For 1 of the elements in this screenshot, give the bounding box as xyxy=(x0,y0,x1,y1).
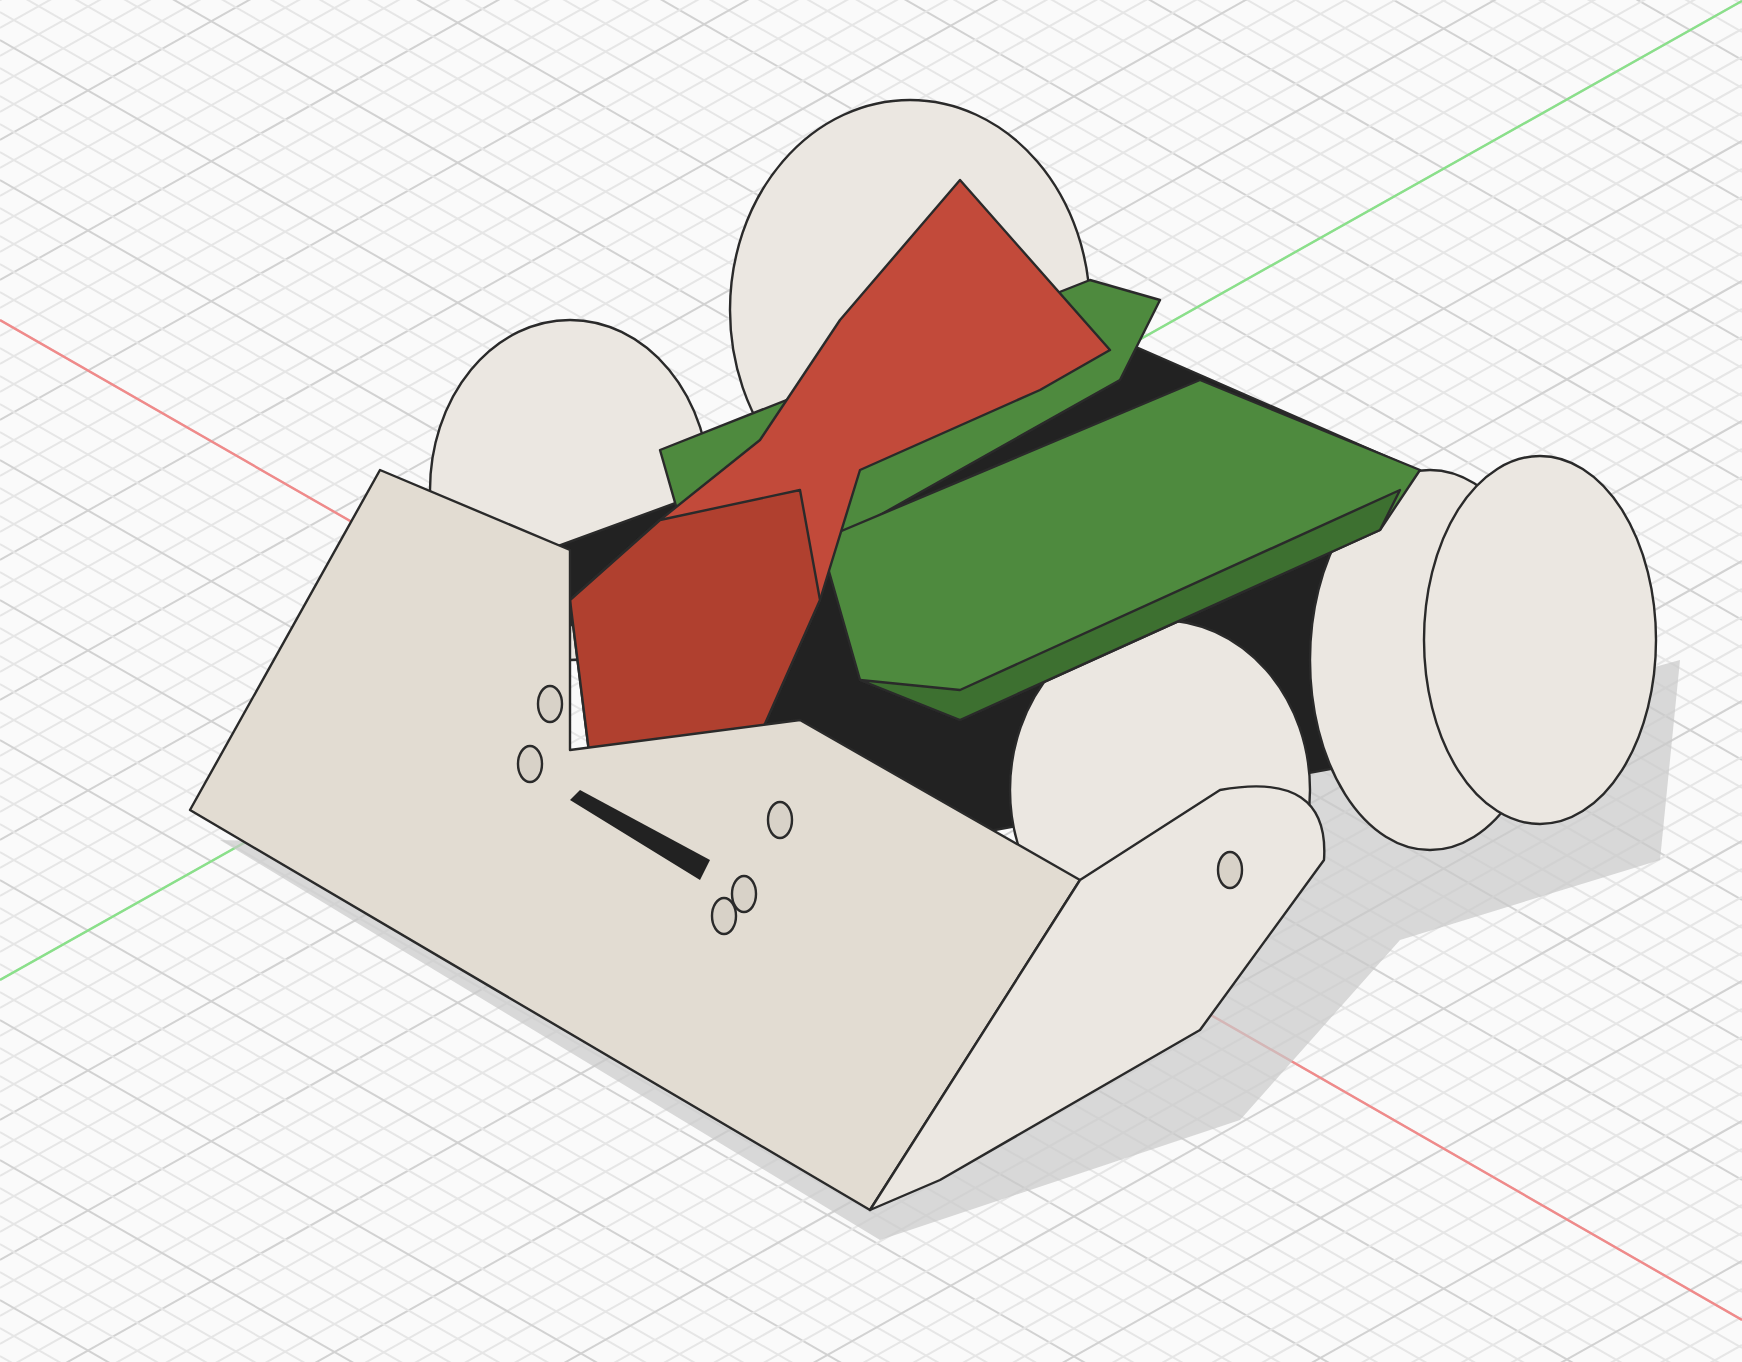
robot-model-drawing[interactable] xyxy=(188,98,1680,1240)
